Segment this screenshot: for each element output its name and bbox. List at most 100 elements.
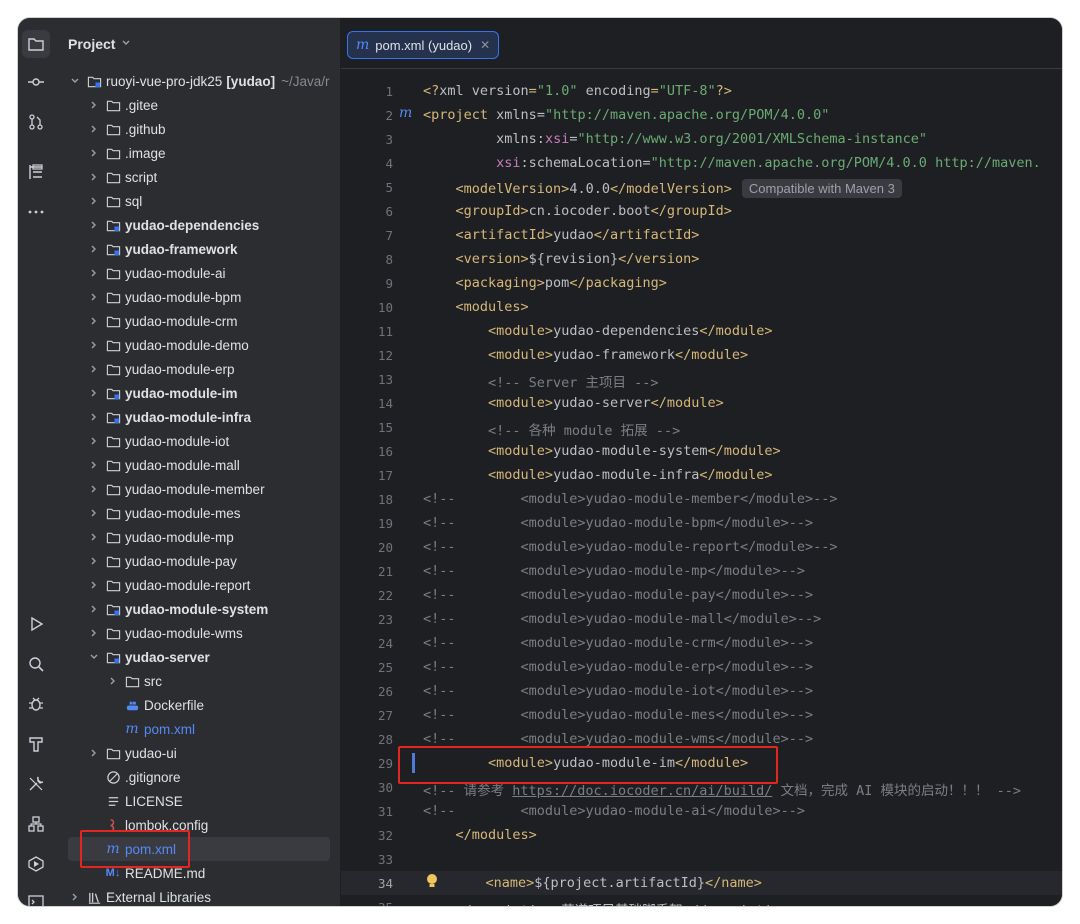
tree-item[interactable]: yudao-module-demo [68, 333, 330, 357]
code-token: "http://maven.apache.org/POM/4.0.0 http:… [650, 155, 1041, 171]
run-icon[interactable] [22, 610, 50, 638]
chevron-right-icon[interactable] [87, 458, 101, 472]
tree-item[interactable]: .gitignore [68, 765, 330, 789]
code-line: <groupId>cn.iocoder.boot</groupId> [423, 203, 732, 219]
code-token: </module> [699, 467, 773, 483]
tree-item[interactable]: .github [68, 117, 330, 141]
chevron-right-icon[interactable] [87, 578, 101, 592]
chevron-right-icon[interactable] [87, 626, 101, 640]
tree-item[interactable]: .gitee [68, 93, 330, 117]
project-folder-icon[interactable] [22, 30, 50, 58]
tree-item[interactable]: yudao-module-bpm [68, 285, 330, 309]
chevron-right-icon[interactable] [87, 602, 101, 616]
tree-item[interactable]: yudao-module-wms [68, 621, 330, 645]
chevron-right-icon[interactable] [87, 746, 101, 760]
code-token: yudao-framework [553, 347, 675, 363]
chevron-right-icon[interactable] [87, 266, 101, 280]
code-token: cn.iocoder.boot [528, 203, 651, 219]
chevron-right-icon[interactable] [87, 506, 101, 520]
code-token[interactable]: https://doc.iocoder.cn/ai/build/ [512, 783, 772, 799]
services-wrench-icon[interactable] [22, 770, 50, 798]
line-number: 10 [377, 300, 393, 315]
chevron-right-icon[interactable] [87, 218, 101, 232]
tree-item-label: LICENSE [125, 793, 183, 809]
tree-item[interactable]: yudao-module-infra [68, 405, 330, 429]
editor: m pom.xml (yudao) ✕ 1 <?xml version="1.0"… [341, 18, 1062, 906]
tree-item[interactable]: yudao-module-mall [68, 453, 330, 477]
chevron-right-icon[interactable] [106, 674, 120, 688]
tree-item[interactable]: yudao-module-ai [68, 261, 330, 285]
deploy-icon[interactable] [22, 810, 50, 838]
chevron-right-icon[interactable] [87, 338, 101, 352]
search-icon[interactable] [22, 650, 50, 678]
tree-item[interactable]: yudao-module-pay [68, 549, 330, 573]
tree-item[interactable]: .image [68, 141, 330, 165]
tree-item[interactable]: yudao-module-system [68, 597, 330, 621]
tree-item[interactable]: script [68, 165, 330, 189]
chevron-down-icon[interactable] [68, 74, 82, 88]
tree-item[interactable]: yudao-ui [68, 741, 330, 765]
tree-item[interactable]: yudao-server [68, 645, 330, 669]
debug-icon[interactable] [22, 690, 50, 718]
line-number: 7 [385, 228, 393, 243]
chevron-right-icon[interactable] [87, 314, 101, 328]
inlay-hint[interactable]: Compatible with Maven 3 [741, 179, 902, 198]
close-icon[interactable]: ✕ [480, 38, 490, 52]
terminal-icon[interactable] [22, 888, 50, 906]
maven-gutter-icon[interactable]: m [399, 105, 412, 121]
lightbulb-icon[interactable] [425, 873, 439, 889]
tree-item[interactable]: sql [68, 189, 330, 213]
chevron-right-icon[interactable] [68, 890, 82, 904]
tree-item[interactable]: yudao-module-mes [68, 501, 330, 525]
chevron-right-icon[interactable] [87, 362, 101, 376]
tree-item-label: .gitee [125, 97, 159, 113]
chevron-right-icon[interactable] [87, 386, 101, 400]
chevron-right-icon[interactable] [87, 242, 101, 256]
tree-item[interactable]: src [68, 669, 330, 693]
chevron-right-icon[interactable] [87, 554, 101, 568]
code-area[interactable]: 1 <?xml version="1.0" encoding="UTF-8"?> 2… [341, 68, 1062, 906]
tree-item-label: yudao-module-infra [125, 409, 252, 425]
structure-icon[interactable] [22, 158, 50, 186]
commit-icon[interactable] [22, 68, 50, 96]
tree-item[interactable]: yudao-module-im [68, 381, 330, 405]
tree-item[interactable]: External Libraries [68, 885, 330, 906]
tree-item-label: src [144, 673, 162, 689]
tree-item[interactable]: yudao-dependencies [68, 213, 330, 237]
tree-item[interactable]: yudao-module-mp [68, 525, 330, 549]
tree-item[interactable]: Dockerfile [68, 693, 330, 717]
chevron-right-icon[interactable] [87, 146, 101, 160]
chevron-right-icon[interactable] [87, 98, 101, 112]
chevron-right-icon[interactable] [87, 290, 101, 304]
code-line: <!-- Server 主项目 --> [423, 371, 659, 391]
tree-item[interactable]: yudao-module-report [68, 573, 330, 597]
tree-item[interactable]: yudao-module-member [68, 477, 330, 501]
tree-item[interactable]: LICENSE [68, 789, 330, 813]
project-panel-header[interactable]: Project [68, 36, 131, 52]
build-hammer-icon[interactable] [22, 730, 50, 758]
chevron-right-icon[interactable] [87, 122, 101, 136]
tree-item[interactable]: ruoyi-vue-pro-jdk25 [yudao] ~/Java/r [68, 69, 330, 93]
chevron-right-icon[interactable] [87, 170, 101, 184]
tree-item[interactable]: yudao-framework [68, 237, 330, 261]
more-tools-icon[interactable] [22, 198, 50, 226]
pull-requests-icon[interactable] [22, 108, 50, 136]
chevron-right-icon[interactable] [87, 530, 101, 544]
chevron-right-icon[interactable] [87, 434, 101, 448]
chevron-right-icon[interactable] [87, 482, 101, 496]
tree-item[interactable]: yudao-module-crm [68, 309, 330, 333]
code-token: <!-- <module>yudao-module-erp</module>--… [423, 659, 814, 675]
chevron-right-icon[interactable] [87, 410, 101, 424]
tree-item[interactable]: yudao-module-iot [68, 429, 330, 453]
tree-item-label: yudao-framework [125, 241, 238, 257]
tree-item[interactable]: yudao-module-erp [68, 357, 330, 381]
tree-item[interactable]: m pom.xml [68, 717, 330, 741]
chevron-down-icon[interactable] [87, 650, 101, 664]
code-token: <!-- <module>yudao-module-report</module… [423, 539, 838, 555]
code-token: </module> [699, 323, 773, 339]
tab-pom-xml[interactable]: m pom.xml (yudao) ✕ [347, 31, 500, 59]
play-circle-icon[interactable] [22, 850, 50, 878]
chevron-right-icon[interactable] [87, 194, 101, 208]
